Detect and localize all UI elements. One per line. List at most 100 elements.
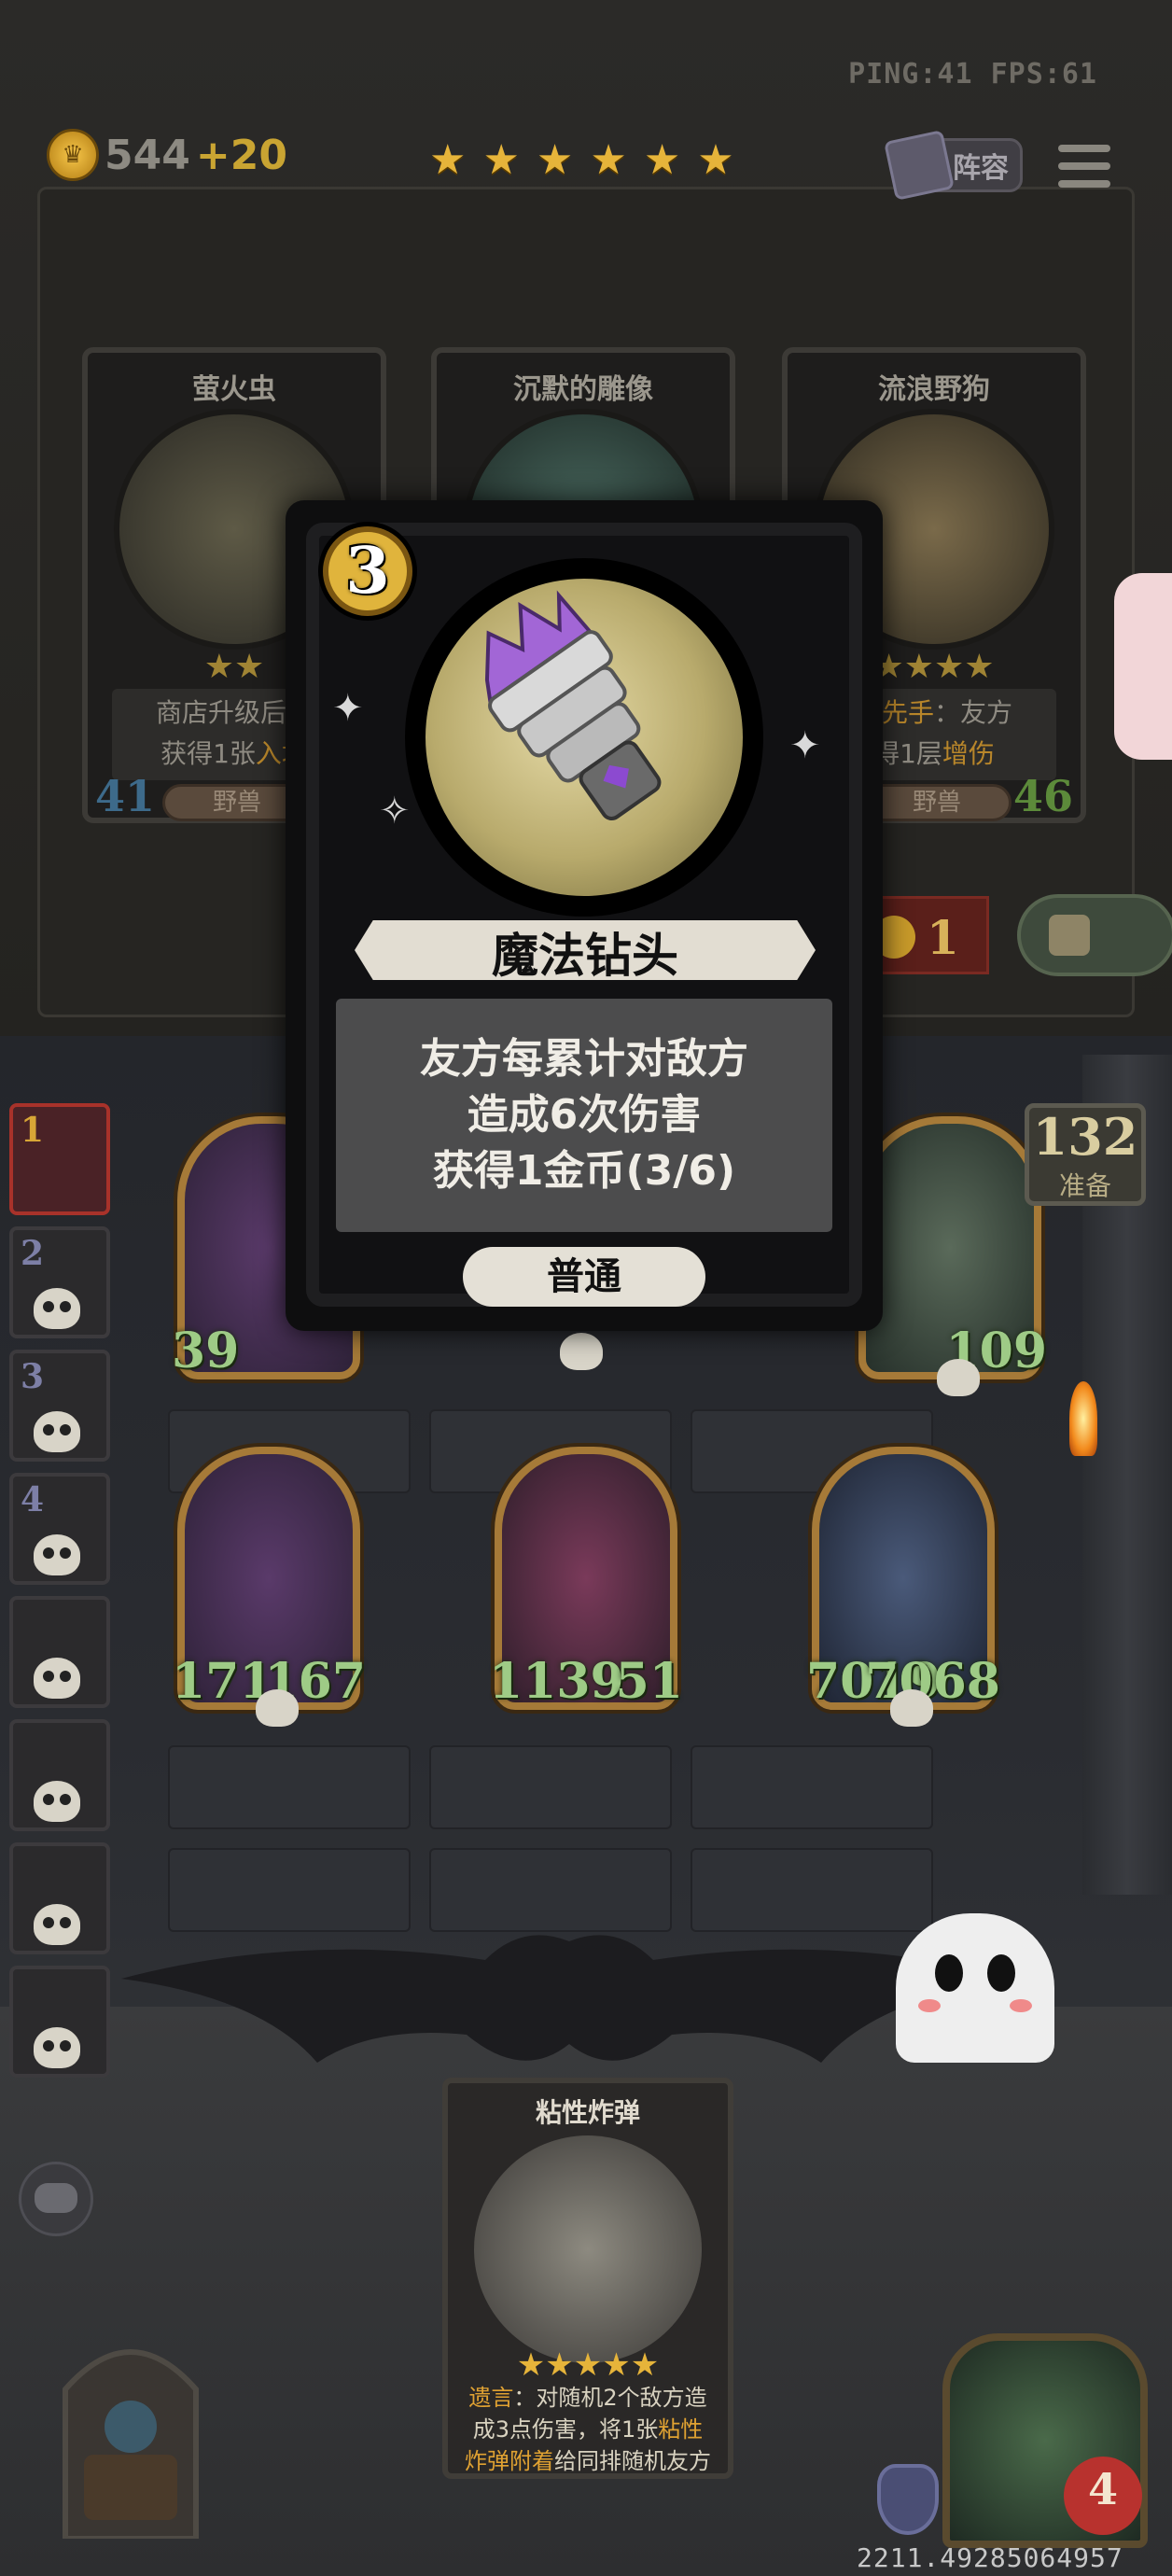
board-minion[interactable]: 171 167 xyxy=(172,1447,366,1727)
desc-text: 获得1张 xyxy=(160,738,256,769)
desc-text: 得1层 xyxy=(873,738,942,769)
sparkle-icon: ✦ xyxy=(789,724,821,767)
deck-counter: 132 准备 xyxy=(1025,1103,1146,1206)
desc-text: ：对随机2个敌方造 xyxy=(513,2385,707,2411)
slot-number: 4 xyxy=(21,1480,45,1519)
spell-description-box: 友方每累计对敌方 造成6次伤害 获得1金币(3/6) xyxy=(336,999,832,1232)
deck-count: 132 xyxy=(1032,1107,1138,1167)
spell-cost-badge: 3 xyxy=(323,526,412,616)
wall-brick xyxy=(691,1848,933,1932)
slot-number: 1 xyxy=(21,1111,45,1150)
star-icon: ★★★★★ xyxy=(516,2346,660,2384)
skull-icon xyxy=(560,1333,603,1370)
menu-bar xyxy=(1058,161,1110,170)
board-minion[interactable]: 7019 7068 xyxy=(806,1447,1000,1727)
board-minion[interactable]: 1139 51 xyxy=(489,1447,683,1710)
shop-chest-icon[interactable] xyxy=(37,2315,224,2539)
minion-attack: 1139 xyxy=(489,1653,624,1710)
wall-brick xyxy=(691,1745,933,1829)
wall-brick xyxy=(429,1745,672,1829)
spell-detail-popup[interactable]: 3 ✦ ✦ ✧ 魔法钻头 友方每累计对敌方 造成6次伤害 获得1金币(3/6) … xyxy=(286,500,883,1331)
desc-keyword: 增伤 xyxy=(942,738,995,769)
spell-title: 魔法钻头 xyxy=(492,929,678,983)
minion-health: 51 xyxy=(615,1653,683,1710)
skull-icon xyxy=(34,1658,80,1699)
magic-drill-art xyxy=(426,579,743,896)
side-minion-slot[interactable]: 3 xyxy=(9,1350,110,1462)
chat-button[interactable] xyxy=(19,2162,93,2236)
menu-bar xyxy=(1058,145,1110,153)
bat-silhouette-icon xyxy=(121,1935,1017,2063)
side-minion-slot[interactable] xyxy=(9,1966,110,2078)
minion-health: 7068 xyxy=(865,1653,1000,1710)
card-name: 沉默的雕像 xyxy=(513,373,653,406)
board-minion[interactable]: 109 xyxy=(858,1116,1047,1396)
desc-line: 成3点伤害，将1张粘性 xyxy=(457,2414,719,2445)
lock-shop-button[interactable] xyxy=(1017,894,1172,976)
ghost-mascot[interactable] xyxy=(896,1913,1054,2063)
star-icon: ★ xyxy=(590,136,627,184)
skull-icon xyxy=(34,1288,80,1329)
hand-card-sticky-bomb[interactable]: 粘性炸弹 ★★★★★ 遗言：对随机2个敌方造 成3点伤害，将1张粘性 炸弹附着给… xyxy=(442,2078,733,2479)
minion-attack: 39 xyxy=(172,1323,240,1379)
gold-counter: ♛ 544 +20 xyxy=(47,129,287,181)
desc-text: 给同排随机友方 xyxy=(554,2448,711,2474)
desc-line: 遗言：对随机2个敌方造 xyxy=(457,2382,719,2414)
side-minion-slot[interactable]: 1 xyxy=(9,1103,110,1215)
skull-icon xyxy=(34,2027,80,2068)
menu-bar xyxy=(1058,179,1110,188)
hand-card-description: 遗言：对随机2个敌方造 成3点伤害，将1张粘性 炸弹附着给同排随机友方 xyxy=(457,2382,719,2477)
skull-icon xyxy=(890,1689,933,1727)
desc-line: 炸弹附着给同排随机友方 xyxy=(457,2445,719,2477)
ping-fps-readout: PING:41 FPS:61 xyxy=(848,58,1097,91)
star-icon: ★ xyxy=(429,136,467,184)
side-minion-slot[interactable] xyxy=(9,1842,110,1954)
tavern-tier-stars: ★ ★ ★ ★ ★ ★ xyxy=(429,140,734,181)
star-icon: ★ xyxy=(536,136,574,184)
skull-icon xyxy=(34,1534,80,1575)
crown-coin-icon: ♛ xyxy=(47,129,99,181)
skull-icon xyxy=(256,1689,299,1727)
hand-card-name: 粘性炸弹 xyxy=(535,2097,640,2128)
ghost-cheek xyxy=(918,1999,941,2012)
skull-icon xyxy=(34,1904,80,1945)
card-health: 46 xyxy=(1012,771,1073,821)
wall-brick xyxy=(168,1848,411,1932)
drill-icon xyxy=(484,590,662,821)
slot-number: 2 xyxy=(21,1234,45,1273)
wall-brick xyxy=(429,1848,672,1932)
hero-health: 4 xyxy=(1087,2464,1118,2514)
freeze-cost: 1 xyxy=(927,910,959,965)
side-promo-tab[interactable] xyxy=(1114,573,1172,760)
book-icon xyxy=(884,130,955,201)
desc-keyword: 先手 xyxy=(881,697,934,728)
desc-keyword: 粘性 xyxy=(658,2416,704,2443)
desc-text: ：友方 xyxy=(934,697,1013,728)
gold-amount: 544 xyxy=(105,131,190,179)
slot-number: 3 xyxy=(21,1357,45,1396)
torch-flame-icon xyxy=(1069,1381,1097,1456)
card-attack: 41 xyxy=(95,771,156,821)
side-minion-slot[interactable] xyxy=(9,1719,110,1831)
chat-bubble-icon xyxy=(35,2183,77,2213)
star-icon: ★ xyxy=(697,136,734,184)
ghost-eye xyxy=(935,1954,963,1992)
spell-desc-line: 造成6次伤害 xyxy=(467,1091,702,1139)
coordinate-readout: 2211.49285064957 xyxy=(857,2542,1123,2573)
star-icon: ★★★★ xyxy=(873,648,995,686)
desc-keyword: 炸弹附着 xyxy=(465,2448,554,2474)
skull-icon xyxy=(34,1411,80,1452)
sticky-bomb-art xyxy=(474,2135,702,2363)
hand-card-stars: ★★★★★ xyxy=(448,2346,728,2384)
card-name: 流浪野狗 xyxy=(878,373,990,406)
lineup-button[interactable]: 阵容 xyxy=(884,130,1023,201)
side-minion-slot[interactable] xyxy=(9,1596,110,1708)
desc-text: 成3点伤害，将1张 xyxy=(472,2416,659,2443)
side-minion-slot[interactable]: 4 xyxy=(9,1473,110,1585)
sparkle-icon: ✦ xyxy=(332,687,364,730)
side-minion-slot[interactable]: 2 xyxy=(9,1226,110,1338)
desc-keyword: 遗言 xyxy=(468,2385,514,2411)
tribe-badge: 野兽 xyxy=(862,784,1012,821)
lock-icon xyxy=(1049,915,1090,956)
menu-button[interactable] xyxy=(1058,140,1110,192)
